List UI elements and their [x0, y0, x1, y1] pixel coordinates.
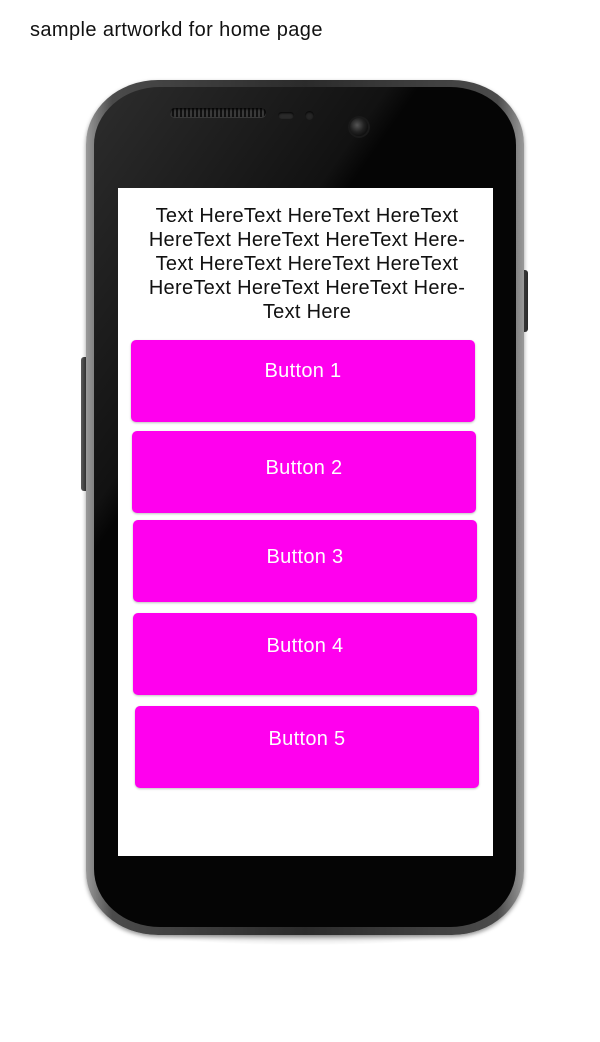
button-4[interactable]: Button 4	[133, 613, 477, 695]
button-2-label: Button 2	[265, 457, 343, 479]
light-sensor-icon	[305, 111, 314, 120]
button-2[interactable]: Button 2	[132, 431, 476, 513]
phone-screen: Text HereText HereText HereText HereText…	[118, 188, 493, 856]
button-1-label: Button 1	[264, 360, 342, 382]
proximity-sensor-icon	[278, 112, 294, 119]
button-4-label: Button 4	[266, 635, 344, 657]
button-3[interactable]: Button 3	[133, 520, 477, 602]
front-camera-icon	[350, 118, 368, 136]
page-caption: sample artworkd for home page	[30, 19, 323, 41]
intro-text: Text HereText HereText HereText HereText…	[148, 205, 466, 323]
button-3-label: Button 3	[266, 546, 344, 568]
button-1[interactable]: Button 1	[131, 340, 475, 422]
button-5[interactable]: Button 5	[135, 706, 479, 788]
speaker-grille-icon	[170, 108, 266, 117]
button-5-label: Button 5	[268, 728, 346, 750]
